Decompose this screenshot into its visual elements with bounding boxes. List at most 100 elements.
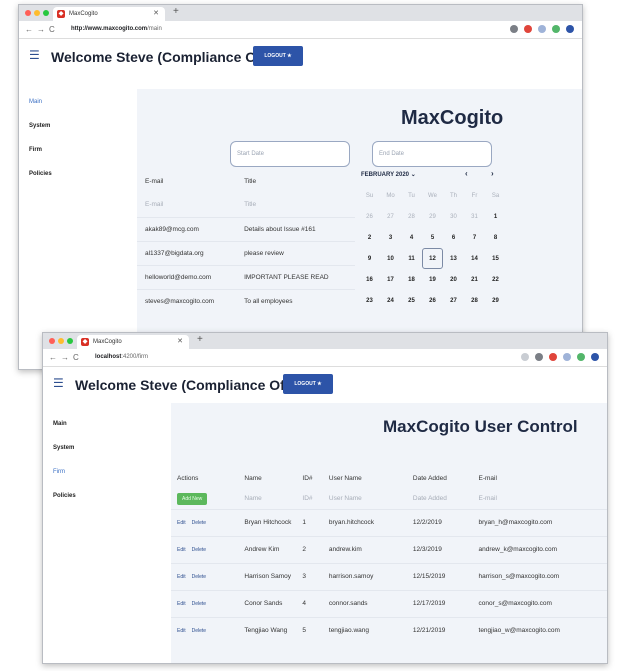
calendar-day[interactable]: 20 xyxy=(443,269,464,290)
extension-icon[interactable] xyxy=(549,353,557,361)
close-window-icon[interactable] xyxy=(25,10,31,16)
close-tab-icon[interactable]: ✕ xyxy=(177,335,183,349)
calendar-day[interactable]: 27 xyxy=(443,290,464,311)
edit-button[interactable]: Edit xyxy=(177,574,186,580)
sidebar-item-main[interactable]: Main xyxy=(43,419,158,443)
name-filter-input[interactable]: Name xyxy=(238,489,296,509)
calendar-day[interactable]: 7 xyxy=(464,227,485,248)
table-row[interactable]: al1337@bigdata.org please review xyxy=(137,240,355,265)
address-bar[interactable]: ←→C http://www.maxcogito.com/main xyxy=(19,21,582,39)
calendar-day[interactable]: 29 xyxy=(485,290,506,311)
sidebar-item-main[interactable]: Main xyxy=(19,97,134,121)
calendar-day[interactable]: 15 xyxy=(485,248,506,269)
sidebar-item-system[interactable]: System xyxy=(43,443,158,467)
calendar-day[interactable]: 10 xyxy=(380,248,401,269)
profile-avatar-icon[interactable] xyxy=(566,25,574,33)
calendar-day[interactable]: 4 xyxy=(401,227,422,248)
window-controls[interactable] xyxy=(25,10,49,16)
sidebar-item-firm[interactable]: Firm xyxy=(43,467,158,491)
calendar-day[interactable]: 8 xyxy=(485,227,506,248)
column-header[interactable]: Title xyxy=(236,169,355,193)
next-month-icon[interactable]: › xyxy=(491,169,494,178)
hamburger-menu-icon[interactable]: ☰ xyxy=(53,376,64,390)
extension-icon[interactable] xyxy=(563,353,571,361)
table-row[interactable]: Edit Delete Andrew Kim 2 andrew.kim 12/3/2019… xyxy=(171,535,607,563)
profile-avatar-icon[interactable] xyxy=(591,353,599,361)
column-header[interactable]: E-mail xyxy=(137,169,236,193)
address-bar[interactable]: ←→C localhost:4200/firm xyxy=(43,349,607,367)
hamburger-menu-icon[interactable]: ☰ xyxy=(29,48,40,62)
calendar-day[interactable]: 24 xyxy=(380,290,401,311)
date-filter-input[interactable]: Date Added xyxy=(407,489,473,509)
calendar-day[interactable]: 14 xyxy=(464,248,485,269)
close-tab-icon[interactable]: ✕ xyxy=(153,7,159,21)
calendar-day[interactable]: 21 xyxy=(464,269,485,290)
calendar-day[interactable]: 2 xyxy=(359,227,380,248)
delete-button[interactable]: Delete xyxy=(192,520,206,526)
extension-icons[interactable] xyxy=(510,25,574,33)
extension-icon[interactable] xyxy=(552,25,560,33)
calendar-day[interactable]: 17 xyxy=(380,269,401,290)
browser-tab[interactable]: ◆ MaxCogito ✕ xyxy=(77,335,189,349)
new-tab-icon[interactable]: + xyxy=(173,6,179,17)
end-date-input[interactable]: End Date xyxy=(372,141,492,167)
table-row[interactable]: Edit Delete Bryan Hitchcock 1 bryan.hitchcoc… xyxy=(171,508,607,536)
edit-button[interactable]: Edit xyxy=(177,628,186,634)
id-filter-input[interactable]: ID# xyxy=(296,489,322,509)
url-text[interactable]: http://www.maxcogito.com/main xyxy=(71,26,162,32)
window-controls[interactable] xyxy=(49,338,73,344)
calendar-day[interactable]: 29 xyxy=(422,206,443,227)
column-header[interactable]: ID# xyxy=(296,467,322,489)
edit-button[interactable]: Edit xyxy=(177,547,186,553)
sidebar-item-firm[interactable]: Firm xyxy=(19,145,134,169)
start-date-input[interactable]: Start Date xyxy=(230,141,350,167)
calendar-day[interactable]: 18 xyxy=(401,269,422,290)
table-row[interactable]: Edit Delete Tengjiao Wang 5 tengjiao.wang 12/… xyxy=(171,616,607,644)
column-header[interactable]: Date Added xyxy=(407,467,473,489)
nav-arrows-icon[interactable]: ←→C xyxy=(25,25,59,34)
month-select[interactable]: FEBRUARY 2020 ⌄ xyxy=(361,171,416,178)
calendar-day[interactable]: 13 xyxy=(443,248,464,269)
minimize-window-icon[interactable] xyxy=(58,338,64,344)
calendar-day[interactable]: 25 xyxy=(401,290,422,311)
table-row[interactable]: helloworld@demo.com IMPORTANT PLEASE REA… xyxy=(137,264,355,289)
extension-icon[interactable] xyxy=(524,25,532,33)
calendar-day[interactable]: 30 xyxy=(443,206,464,227)
delete-button[interactable]: Delete xyxy=(192,574,206,580)
calendar-day[interactable]: 3 xyxy=(380,227,401,248)
extension-icons[interactable] xyxy=(521,353,599,361)
table-row[interactable]: akak89@mcg.com Details about Issue #161 xyxy=(137,216,355,241)
email-filter-input[interactable]: E-mail xyxy=(137,193,236,217)
calendar-day[interactable]: 11 xyxy=(401,248,422,269)
maximize-window-icon[interactable] xyxy=(43,10,49,16)
delete-button[interactable]: Delete xyxy=(192,547,206,553)
maximize-window-icon[interactable] xyxy=(67,338,73,344)
url-text[interactable]: localhost:4200/firm xyxy=(95,354,148,360)
table-row[interactable]: Edit Delete Harrison Samoy 3 harrison.samoy 1… xyxy=(171,562,607,590)
username-filter-input[interactable]: User Name xyxy=(323,489,407,509)
calendar-day[interactable]: 23 xyxy=(359,290,380,311)
extension-icon[interactable] xyxy=(510,25,518,33)
extension-icon[interactable] xyxy=(538,25,546,33)
table-row[interactable]: steves@maxcogito.com To all employees xyxy=(137,288,355,313)
column-header[interactable]: Name xyxy=(238,467,296,489)
table-row[interactable]: Edit Delete Conor Sands 4 connor.sands 12/17/… xyxy=(171,589,607,617)
delete-button[interactable]: Delete xyxy=(192,628,206,634)
extension-icon[interactable] xyxy=(577,353,585,361)
add-new-button[interactable]: Add New xyxy=(177,492,208,505)
column-header[interactable]: User Name xyxy=(323,467,407,489)
calendar-day[interactable]: 1 xyxy=(485,206,506,227)
edit-button[interactable]: Edit xyxy=(177,601,186,607)
delete-button[interactable]: Delete xyxy=(192,601,206,607)
extension-icon[interactable] xyxy=(535,353,543,361)
calendar-day[interactable]: 6 xyxy=(443,227,464,248)
title-filter-input[interactable]: Title xyxy=(236,193,355,217)
calendar-day[interactable]: 27 xyxy=(380,206,401,227)
close-window-icon[interactable] xyxy=(49,338,55,344)
calendar-day[interactable]: 22 xyxy=(485,269,506,290)
calendar-day[interactable]: 28 xyxy=(401,206,422,227)
sidebar-item-policies[interactable]: Policies xyxy=(19,169,134,193)
logout-button[interactable]: LOGOUT ★ xyxy=(283,374,333,394)
calendar-day[interactable]: 19 xyxy=(422,269,443,290)
calendar-day[interactable]: 5 xyxy=(422,227,443,248)
